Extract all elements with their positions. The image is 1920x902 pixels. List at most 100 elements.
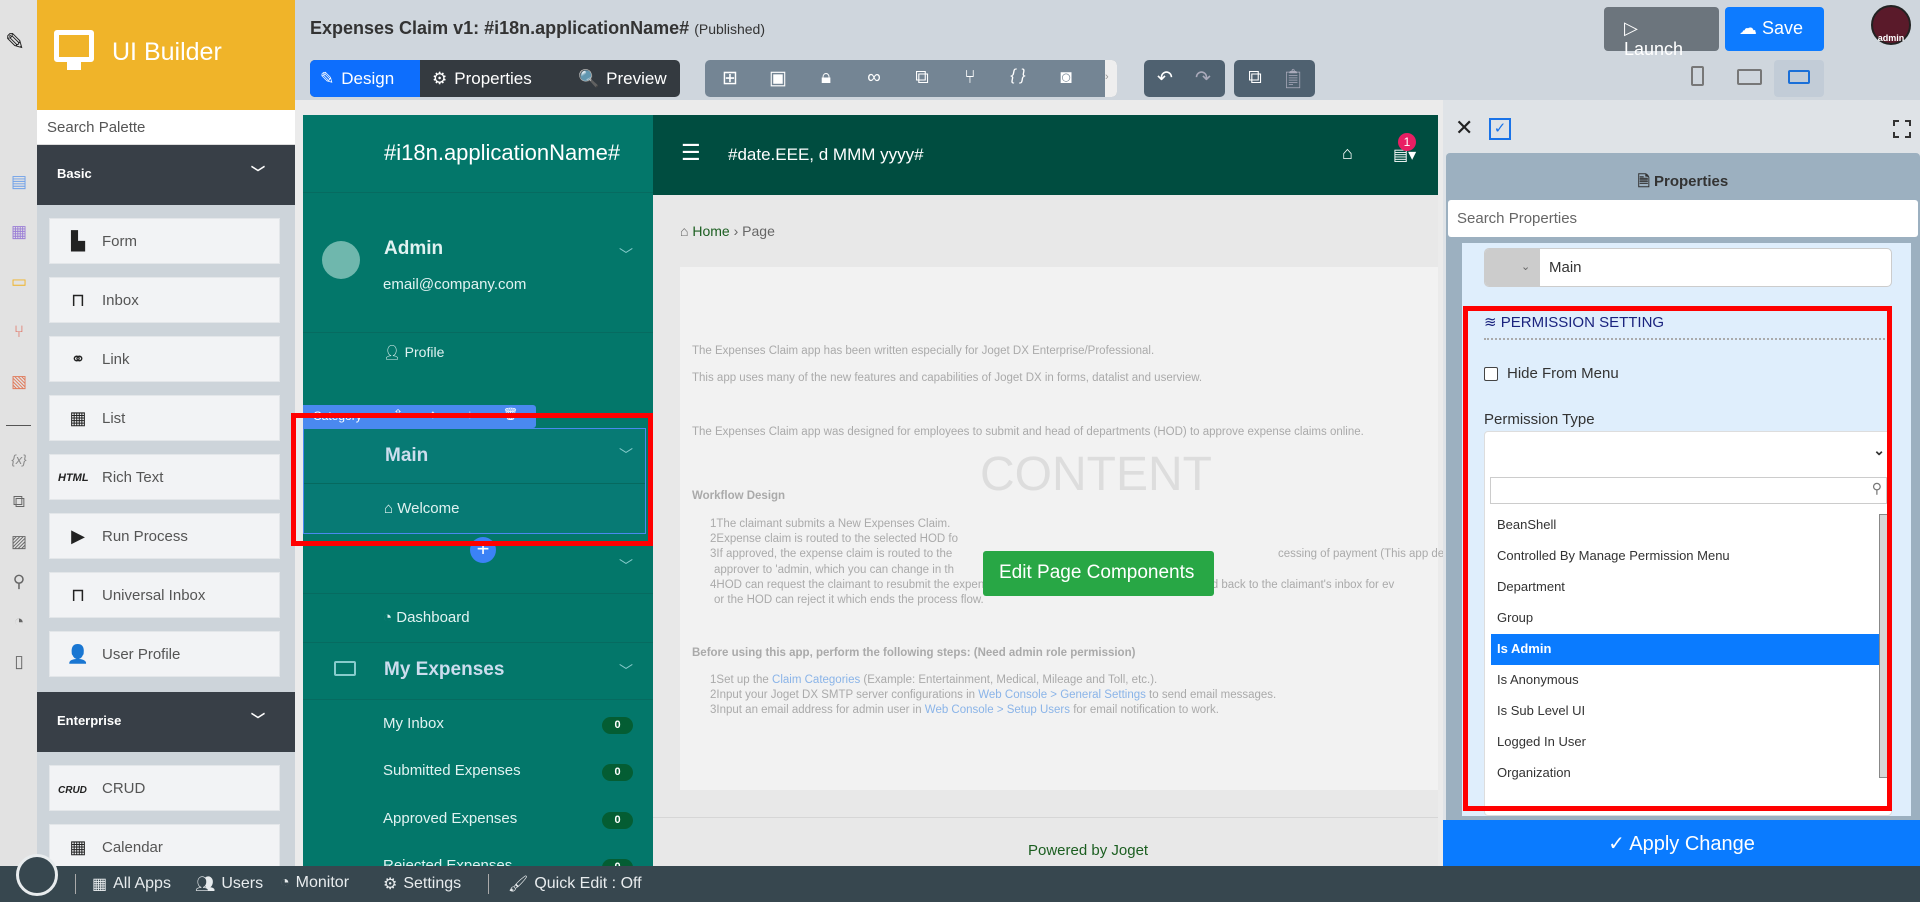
tree-icon[interactable]: ⊞ xyxy=(715,67,745,90)
tab-properties[interactable]: ⚙ Properties xyxy=(422,60,542,97)
fullscreen-icon[interactable] xyxy=(1893,120,1911,138)
paste-icon[interactable]: 📋︎ xyxy=(1278,67,1308,91)
palette-item-link[interactable]: ⚭ Link xyxy=(49,336,280,382)
save-button[interactable]: ☁ Save xyxy=(1725,7,1824,51)
quick-edit-toggle[interactable]: 🖌︎ Quick Edit : Off xyxy=(508,874,642,894)
monitor-link[interactable]: ◔ Monitor xyxy=(280,874,349,892)
all-apps-link[interactable]: ▦ All Apps xyxy=(92,874,171,894)
resources-icon[interactable]: ▨ xyxy=(8,532,30,552)
tab-preview[interactable]: 🔍 Preview xyxy=(568,60,677,97)
hamburger-icon[interactable]: ☰ xyxy=(681,140,701,166)
report-builder-icon[interactable]: ▧ xyxy=(8,372,30,392)
binoculars-icon[interactable]: ∞ xyxy=(859,67,889,89)
permission-icon[interactable]: ▣ xyxy=(763,67,793,90)
performance-icon[interactable]: ◔ xyxy=(8,612,30,632)
settings-link[interactable]: ⚙ Settings xyxy=(383,874,461,894)
step-text: (Example: Entertainment, Medical, Mileag… xyxy=(860,674,1158,686)
ui-builder-icon[interactable]: ▭ xyxy=(8,272,30,292)
palette-item-inbox[interactable]: ⊓ Inbox xyxy=(49,277,280,323)
users-link[interactable]: 👥︎ Users xyxy=(195,874,263,894)
process-builder-icon[interactable]: ⑂ xyxy=(8,322,30,342)
general-settings-link[interactable]: Web Console > General Settings xyxy=(978,689,1146,701)
count-badge: 0 xyxy=(602,859,633,866)
inbox-icon: ⊓ xyxy=(70,585,86,605)
menu-profile[interactable]: 👤︎ Profile xyxy=(383,344,444,361)
launch-label: Launch xyxy=(1624,39,1684,59)
link-icon: ⚭ xyxy=(70,349,86,369)
mobile-view-icon[interactable] xyxy=(1691,66,1704,86)
palette-search-input[interactable]: Search Palette xyxy=(37,110,295,145)
link-label: Settings xyxy=(403,875,462,892)
branch-icon[interactable]: ⑂ xyxy=(955,67,985,89)
close-icon[interactable]: ✕ xyxy=(1455,115,1473,141)
category-basic[interactable]: Basic ﹀ xyxy=(37,145,295,205)
menu-submitted-expenses[interactable]: Submitted Expenses 0 xyxy=(303,758,653,786)
icon-picker-chevron[interactable]: ⌄ xyxy=(1485,249,1540,286)
step-text: for email notification to work. xyxy=(1070,704,1219,716)
menu-label: My Inbox xyxy=(383,715,444,732)
setup-users-link[interactable]: Web Console > Setup Users xyxy=(925,704,1070,716)
palette-item-calendar[interactable]: ▦ Calendar xyxy=(49,824,280,870)
checkbox-apply-icon[interactable]: ✓ xyxy=(1489,118,1511,140)
tab-design[interactable]: ✎ Design xyxy=(310,60,420,97)
calendar-icon: ▦ xyxy=(69,837,87,857)
grid-icon: ▦ xyxy=(92,876,108,893)
menu-approved-expenses[interactable]: Approved Expenses 0 xyxy=(303,806,653,834)
variables-icon[interactable]: {x} xyxy=(8,452,30,467)
edit-page-components-button[interactable]: Edit Page Components xyxy=(983,551,1214,596)
translate-icon[interactable]: ⧉ xyxy=(907,67,937,89)
crud-icon: CRUD xyxy=(58,785,87,796)
design-icon: ✎ xyxy=(320,68,335,88)
palette-item-crud[interactable]: CRUD CRUD xyxy=(49,765,280,811)
category-my-expenses[interactable]: My Expenses ﹀ xyxy=(303,643,653,700)
step-text: 1Set up the xyxy=(710,674,773,686)
label-field[interactable]: ⌄ Main xyxy=(1484,248,1892,287)
scroll-right-icon[interactable]: › xyxy=(1105,60,1117,97)
user-edit-icon: 👤 xyxy=(66,644,90,664)
menu-rejected-expenses[interactable]: Rejected Expenses 0 xyxy=(303,853,653,866)
section-heading: Workflow Design xyxy=(692,490,786,502)
camera-icon[interactable]: ◙ xyxy=(1051,67,1081,89)
datalist-builder-icon[interactable]: ▦ xyxy=(8,222,30,242)
palette-item-universal-inbox[interactable]: ⊓ Universal Inbox xyxy=(49,572,280,618)
list-item: approver to 'admin, which you can change… xyxy=(714,564,955,576)
apply-change-button[interactable]: ✓ Apply Change xyxy=(1443,820,1920,866)
translate-icon[interactable]: ⧉ xyxy=(8,492,30,512)
builder-switcher-strip: ✎ ▤ ▦ ▭ ⑂ ▧ {x} ⧉ ▨ ⚲ ◔ ▯ xyxy=(0,0,37,866)
category-enterprise[interactable]: Enterprise ﹀ xyxy=(37,692,295,752)
palette-item-run-process[interactable]: ▶ Run Process xyxy=(49,513,280,559)
launch-button[interactable]: ▷ Launch xyxy=(1604,7,1719,59)
menu-dashboard[interactable]: ◔ Dashboard xyxy=(303,594,653,643)
edit-icon[interactable]: ✎ xyxy=(4,28,26,57)
tab-label: Design xyxy=(341,68,395,88)
avatar[interactable]: admin xyxy=(1871,5,1911,45)
form-builder-icon[interactable]: ▤ xyxy=(8,172,30,192)
desktop-view-button[interactable] xyxy=(1774,60,1824,97)
redo-icon[interactable]: ↷ xyxy=(1188,67,1218,90)
palette-item-form[interactable]: ▙ Form xyxy=(49,218,280,264)
menu-my-inbox[interactable]: My Inbox 0 xyxy=(303,711,653,739)
claim-categories-link[interactable]: Claim Categories xyxy=(772,674,860,686)
joget-logo[interactable] xyxy=(16,854,58,896)
chevron-down-icon: ﹀ xyxy=(619,247,633,263)
lock-icon[interactable]: 🔒︎ xyxy=(811,67,841,89)
json-icon[interactable]: { } xyxy=(1003,67,1033,85)
chevron-down-icon: ﹀ xyxy=(619,663,633,679)
undo-icon[interactable]: ↶ xyxy=(1150,67,1180,90)
tools-toolbar: ⊞ ▣ 🔒︎ ∞ ⧉ ⑂ { } ◙ › xyxy=(705,60,1117,97)
palette-item-rich-text[interactable]: HTML Rich Text xyxy=(49,454,280,500)
search-properties-input[interactable]: Search Properties xyxy=(1448,200,1918,237)
user-panel[interactable]: Admin email@company.com ﹀ xyxy=(303,193,653,333)
tablet-view-icon[interactable] xyxy=(1737,69,1762,85)
tab-label: Properties xyxy=(454,68,532,88)
palette-item-list[interactable]: ▦ List xyxy=(49,395,280,441)
copy-icon[interactable]: ⧉ xyxy=(1240,67,1270,89)
user-icon: 👤︎ xyxy=(383,344,401,360)
list-icon: ▦ xyxy=(69,408,87,428)
logs-icon[interactable]: ▯ xyxy=(8,652,30,672)
plugin-icon[interactable]: ⚲ xyxy=(8,572,30,592)
paragraph: This app uses many of the new features a… xyxy=(692,372,1203,384)
breadcrumb-home[interactable]: Home xyxy=(692,223,729,239)
home-icon[interactable]: ⌂ xyxy=(1342,143,1353,164)
palette-item-user-profile[interactable]: 👤 User Profile xyxy=(49,631,280,677)
